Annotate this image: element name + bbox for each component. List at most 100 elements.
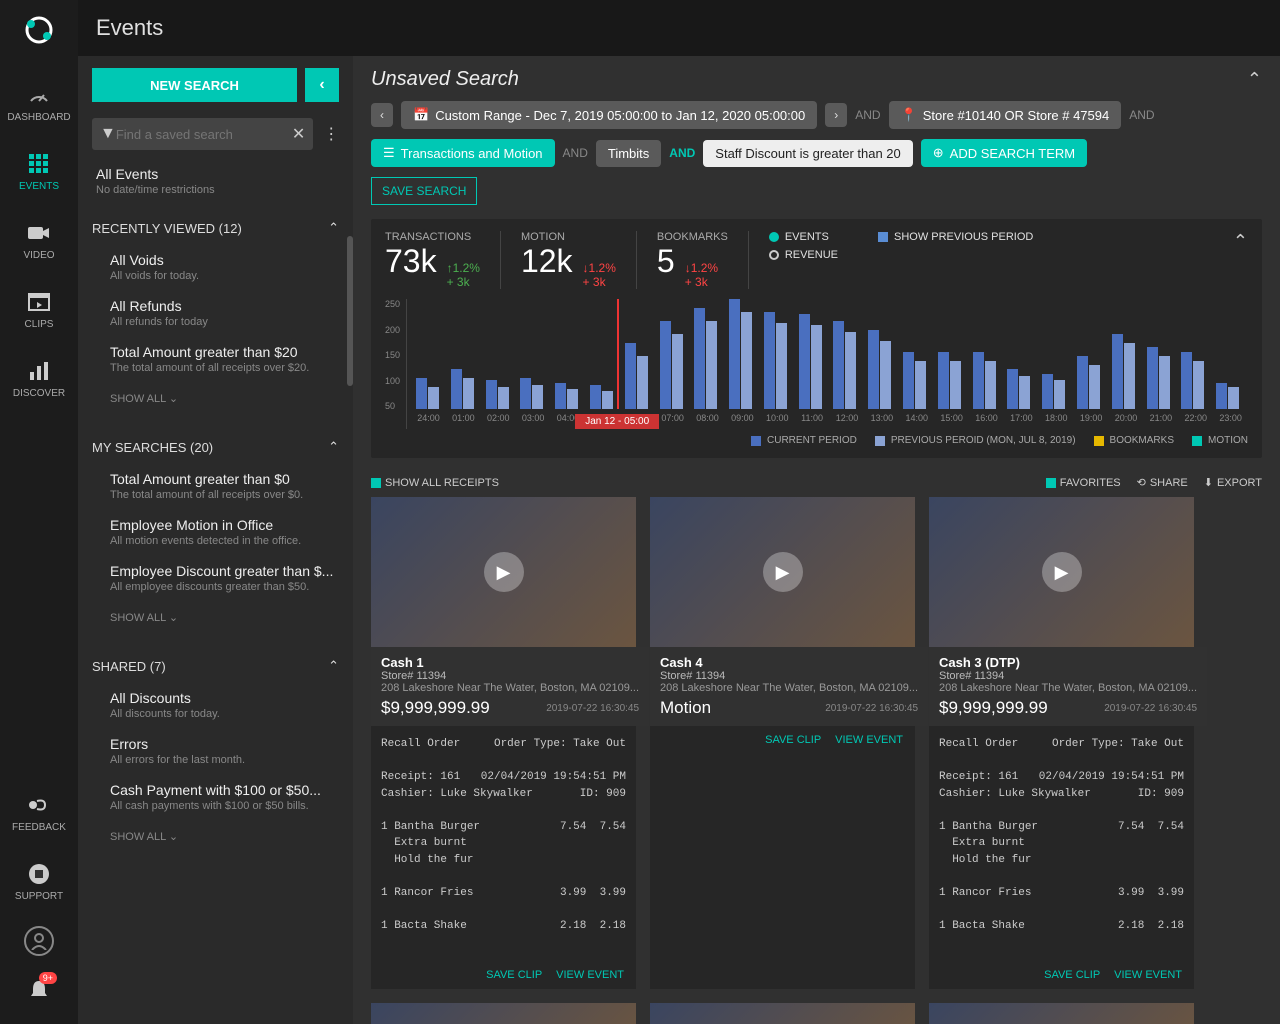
video-thumbnail[interactable]: ▶	[371, 497, 636, 647]
nav-label: EVENTS	[19, 181, 59, 192]
product-filter-chip[interactable]: Timbits	[596, 140, 661, 167]
nav-events[interactable]: EVENTS	[0, 137, 78, 206]
toggle-previous-period[interactable]: SHOW PREVIOUS PERIOD	[878, 231, 1033, 243]
card-timestamp: 2019-07-22 16:30:45	[1104, 703, 1197, 714]
view-event-button[interactable]: VIEW EVENT	[835, 734, 903, 746]
sidebar-item[interactable]: Total Amount greater than $0The total am…	[92, 463, 339, 509]
date-range-chip[interactable]: 📅 Custom Range - Dec 7, 2019 05:00:00 to…	[401, 101, 817, 129]
chart-legend-item[interactable]: MOTION	[1192, 435, 1248, 446]
nav-video[interactable]: VIDEO	[0, 206, 78, 275]
toggle-revenue[interactable]: REVENUE	[769, 249, 838, 261]
item-title: All Discounts	[110, 690, 335, 706]
toggle-events[interactable]: EVENTS	[769, 231, 838, 243]
and-separator: AND	[669, 146, 695, 160]
saved-search-box[interactable]: ▼ ✕	[92, 118, 313, 150]
stat-value: 73k	[385, 243, 437, 280]
video-thumbnail[interactable]: ▶	[929, 497, 1194, 647]
video-thumbnail[interactable]: ▶	[650, 497, 915, 647]
nav-feedback[interactable]: FEEDBACK	[0, 778, 78, 847]
export-action[interactable]: ⬇ EXPORT	[1204, 476, 1262, 489]
show-all-link[interactable]: SHOW ALL ⌄	[92, 820, 339, 853]
stat-label: TRANSACTIONS	[385, 231, 480, 243]
sidebar-item[interactable]: ErrorsAll errors for the last month.	[92, 728, 339, 774]
sidebar-item[interactable]: Employee Discount greater than $...All e…	[92, 555, 339, 601]
next-date-button[interactable]: ›	[825, 103, 847, 127]
notification-bell[interactable]: 9+	[25, 976, 53, 1004]
card-address: 208 Lakeshore Near The Water, Boston, MA…	[381, 682, 639, 694]
favorites-action[interactable]: FAVORITES	[1046, 476, 1121, 489]
nav-label: FEEDBACK	[12, 822, 66, 833]
sidebar-section-head[interactable]: MY SEARCHES (20)⌃	[92, 431, 339, 463]
time-marker[interactable]	[617, 299, 619, 409]
stat-motion: MOTION 12k ↓1.2%+ 3k	[521, 231, 637, 289]
discount-filter-chip[interactable]: Staff Discount is greater than 20	[703, 140, 912, 167]
save-clip-button[interactable]: SAVE CLIP	[486, 969, 542, 981]
collapse-search-icon[interactable]: ⌃	[1247, 69, 1262, 90]
card-store: Store# 11394	[660, 670, 918, 682]
new-search-button[interactable]: NEW SEARCH	[92, 68, 297, 102]
event-card: ▶ Cash 4 Store# 11394 208 Lakeshore Near…	[650, 497, 915, 989]
feedback-icon	[26, 792, 52, 818]
event-card	[929, 1003, 1194, 1024]
and-separator: AND	[563, 146, 588, 160]
nav-label: CLIPS	[25, 319, 54, 330]
sidebar-item[interactable]: Total Amount greater than $20The total a…	[92, 336, 339, 382]
save-clip-button[interactable]: SAVE CLIP	[765, 734, 821, 746]
card-timestamp: 2019-07-22 16:30:45	[546, 703, 639, 714]
filter-icon: ▼	[100, 125, 116, 143]
store-filter-chip[interactable]: 📍 Store #10140 OR Store # 47594	[889, 101, 1122, 129]
add-term-text: ADD SEARCH TERM	[950, 146, 1075, 161]
stat-label: BOOKMARKS	[657, 231, 728, 243]
sidebar-item[interactable]: Cash Payment with $100 or $50...All cash…	[92, 774, 339, 820]
save-search-button[interactable]: SAVE SEARCH	[371, 177, 477, 205]
type-filter-chip[interactable]: ☰ Transactions and Motion	[371, 139, 555, 167]
stat-value: 12k	[521, 243, 573, 280]
sidebar-item[interactable]: Employee Motion in OfficeAll motion even…	[92, 509, 339, 555]
user-avatar[interactable]	[24, 926, 54, 956]
video-thumbnail[interactable]	[650, 1003, 915, 1024]
chart-legend-item[interactable]: BOOKMARKS	[1094, 435, 1174, 446]
chart-legend-item[interactable]: CURRENT PERIOD	[751, 435, 857, 446]
show-all-receipts[interactable]: SHOW ALL RECEIPTS	[371, 477, 499, 489]
nav-discover[interactable]: DISCOVER	[0, 344, 78, 413]
share-action[interactable]: ⟲ SHARE	[1137, 476, 1188, 489]
save-clip-button[interactable]: SAVE CLIP	[1044, 969, 1100, 981]
play-icon: ▶	[484, 552, 524, 592]
show-all-link[interactable]: SHOW ALL ⌄	[92, 382, 339, 415]
saved-search-input[interactable]	[116, 127, 292, 142]
receipt-body: Recall OrderOrder Type: Take Out Receipt…	[929, 726, 1194, 961]
nav-label: VIDEO	[23, 250, 54, 261]
chevron-icon: ⌃	[328, 439, 339, 455]
collapse-sidebar-button[interactable]: ‹	[305, 68, 339, 102]
more-icon[interactable]: ⋮	[323, 124, 339, 144]
item-title: All Events	[96, 166, 349, 182]
action-text: SHARE	[1150, 477, 1188, 489]
item-sub: No date/time restrictions	[96, 184, 349, 196]
sidebar-item[interactable]: All RefundsAll refunds for today	[92, 290, 339, 336]
y-axis: 25020015010050	[385, 299, 406, 429]
collapse-stats-icon[interactable]: ⌃	[1233, 231, 1248, 252]
nav-dashboard[interactable]: DASHBOARD	[0, 68, 78, 137]
chart[interactable]: 25020015010050 Jan 12 - 05:00 24:0001:00…	[385, 299, 1248, 429]
sidebar-item[interactable]: All DiscountsAll discounts for today.	[92, 682, 339, 728]
item-sub: All employee discounts greater than $50.	[110, 581, 335, 593]
nav-clips[interactable]: CLIPS	[0, 275, 78, 344]
item-title: Employee Motion in Office	[110, 517, 335, 533]
sidebar-section-head[interactable]: RECENTLY VIEWED (12)⌃	[92, 212, 339, 244]
prev-date-button[interactable]: ‹	[371, 103, 393, 127]
app-logo[interactable]	[21, 12, 57, 48]
sidebar-all-events[interactable]: All Events No date/time restrictions	[78, 158, 353, 204]
sidebar-section-head[interactable]: SHARED (7)⌃	[92, 650, 339, 682]
add-search-term-button[interactable]: ⊕ ADD SEARCH TERM	[921, 139, 1087, 167]
video-thumbnail[interactable]	[371, 1003, 636, 1024]
view-event-button[interactable]: VIEW EVENT	[556, 969, 624, 981]
scrollbar[interactable]	[347, 236, 353, 386]
view-event-button[interactable]: VIEW EVENT	[1114, 969, 1182, 981]
nav-support[interactable]: SUPPORT	[0, 847, 78, 916]
video-thumbnail[interactable]	[929, 1003, 1194, 1024]
chart-legend-item[interactable]: PREVIOUS PEROID (MON, JUL 8, 2019)	[875, 435, 1076, 446]
stat-bookmarks: BOOKMARKS 5 ↓1.2%+ 3k	[657, 231, 749, 289]
clear-search-icon[interactable]: ✕	[292, 124, 305, 144]
show-all-link[interactable]: SHOW ALL ⌄	[92, 601, 339, 634]
sidebar-item[interactable]: All VoidsAll voids for today.	[92, 244, 339, 290]
